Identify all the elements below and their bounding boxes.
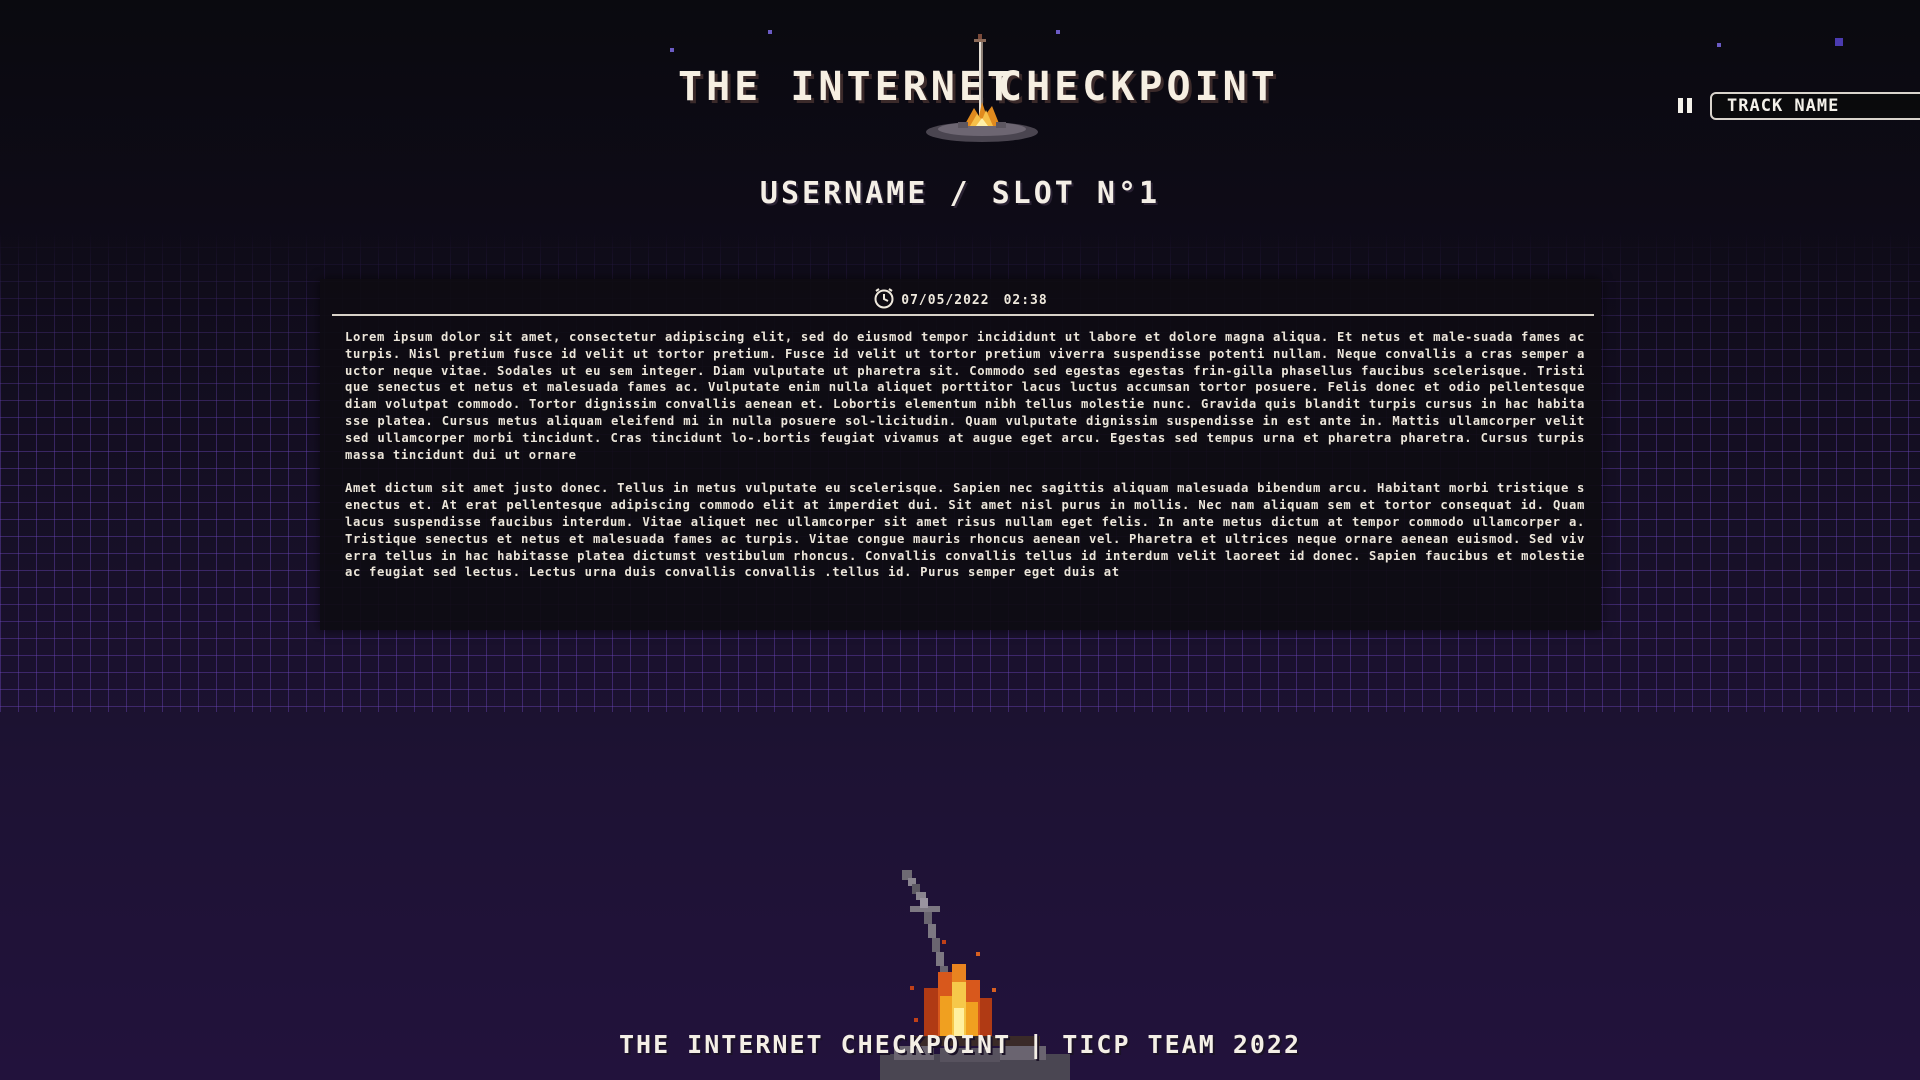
entry-date: 07/05/2022: [901, 293, 990, 308]
entry-paragraph: Lorem ipsum dolor sit amet, consectetur …: [345, 330, 1585, 462]
star-decoration: [1835, 38, 1843, 46]
audio-player: TRACK NAME: [1676, 92, 1920, 120]
entry-card: 07/05/2022 02:38 Lorem ipsum dolor sit am…: [320, 279, 1601, 630]
site-logo[interactable]: THE INTERNET CHECKPOINT: [678, 30, 1275, 145]
entry-time: 02:38: [1003, 293, 1048, 308]
track-name-display[interactable]: TRACK NAME: [1710, 92, 1920, 120]
entry-divider: [332, 314, 1594, 316]
logo-text-right: CHECKPOINT: [998, 64, 1279, 110]
pause-button[interactable]: [1676, 98, 1696, 116]
entry-paragraph: Amet dictum sit amet justo donec. Tellus…: [345, 481, 1585, 580]
footer-text: THE INTERNET CHECKPOINT | TICP TEAM 2022: [618, 1030, 1302, 1059]
entry-meta: 07/05/2022 02:38: [320, 287, 1601, 313]
page-background: THE INTERNET CHECKPOINT TRACK NAME USERN…: [0, 0, 1920, 1080]
star-decoration: [670, 48, 674, 52]
clock-icon: [874, 287, 894, 308]
entry-body: Lorem ipsum dolor sit amet, consectetur …: [345, 329, 1585, 598]
pause-icon: [1687, 98, 1692, 113]
star-decoration: [1717, 43, 1721, 47]
pause-icon: [1678, 98, 1683, 113]
slot-title: USERNAME / SLOT N°1: [759, 176, 1161, 211]
